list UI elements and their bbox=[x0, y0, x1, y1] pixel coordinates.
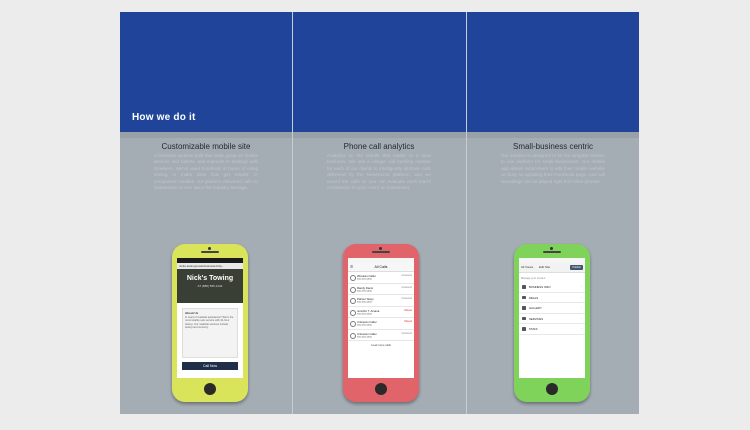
brochure-panel: How we do it Customizable mobile site A … bbox=[120, 12, 639, 414]
call-status: Missed bbox=[404, 320, 412, 323]
nav-bar: ☰ All Calls bbox=[348, 263, 414, 272]
call-row[interactable]: Randy Davis 555-555-5555 Answered bbox=[348, 284, 414, 295]
tag-icon bbox=[522, 295, 526, 299]
hero-title: Nick's Towing bbox=[186, 275, 234, 282]
people-icon bbox=[522, 327, 526, 331]
menu-row[interactable]: STAFF › bbox=[519, 324, 585, 335]
column-call-analytics: Phone call analytics Analytics on the re… bbox=[293, 138, 465, 414]
call-now-button[interactable]: Call Now bbox=[182, 362, 238, 370]
speaker bbox=[201, 251, 219, 253]
chevron-right-icon: › bbox=[581, 294, 582, 299]
nav-bar: All Views Edit Site Publish bbox=[519, 263, 585, 273]
speaker bbox=[372, 251, 390, 253]
caller-phone: 555-555-5555 bbox=[357, 335, 372, 339]
menu-row[interactable]: BUSINESS INFO › bbox=[519, 282, 585, 293]
camera bbox=[379, 247, 382, 250]
home-button[interactable] bbox=[375, 383, 387, 395]
menu-row[interactable]: DEALS › bbox=[519, 293, 585, 303]
column-body: A business website built that looks grea… bbox=[154, 153, 258, 191]
phone-icon bbox=[350, 332, 356, 339]
nav-title: All Calls bbox=[374, 265, 388, 269]
phone-icon bbox=[350, 286, 356, 293]
all-views-tab[interactable]: All Views bbox=[521, 263, 533, 272]
home-button[interactable] bbox=[546, 383, 558, 395]
phone-icon bbox=[350, 309, 356, 316]
column-title: Small-business centric bbox=[512, 142, 594, 151]
call-status: Answered bbox=[401, 285, 412, 289]
call-status: Answered bbox=[401, 274, 412, 277]
call-status: Answered bbox=[401, 297, 412, 300]
column-title: Customizable mobile site bbox=[161, 142, 251, 151]
home-button[interactable] bbox=[204, 383, 216, 395]
phone-icon bbox=[350, 321, 356, 327]
camera bbox=[208, 247, 211, 250]
chevron-right-icon: › bbox=[581, 305, 582, 309]
chevron-right-icon: › bbox=[581, 315, 582, 320]
call-row[interactable]: Wireless Caller 555-555-5555 Answered bbox=[348, 272, 414, 284]
about-card: About Us In need of roadside assistance?… bbox=[182, 308, 238, 358]
info-icon bbox=[522, 285, 526, 289]
column-body: Analytics on the results that matter to … bbox=[327, 153, 431, 191]
phone-icon bbox=[350, 275, 356, 281]
call-status: Answered bbox=[401, 331, 412, 335]
column-small-business: Small-business centric Our solution is d… bbox=[467, 138, 639, 414]
column-mobile-site: Customizable mobile site A business webs… bbox=[120, 138, 292, 414]
call-row[interactable]: Unknown Caller 555-555-5555 Answered bbox=[348, 330, 414, 341]
call-row[interactable]: Palmer Stacy 555-555-5555 Answered bbox=[348, 295, 414, 307]
gallery-icon bbox=[522, 306, 526, 310]
phone-red: ☰ All Calls Wireless Caller 555-555-5555… bbox=[343, 244, 419, 402]
list-heading: Manage your content bbox=[521, 277, 546, 280]
menu-label: BUSINESS INFO bbox=[529, 285, 551, 289]
card-body: In need of roadside assistance? We're th… bbox=[185, 316, 234, 330]
chevron-right-icon: › bbox=[581, 284, 582, 288]
load-more-link[interactable]: Load more calls bbox=[348, 343, 414, 347]
camera bbox=[550, 247, 553, 250]
column-body: Our solution is designed to be the simpl… bbox=[501, 153, 605, 184]
menu-label: STAFF bbox=[529, 327, 538, 331]
caller-phone: 555-555-5555 bbox=[357, 289, 372, 293]
chevron-right-icon: › bbox=[581, 326, 582, 330]
menu-label: DEALS bbox=[529, 295, 539, 300]
menu-label: GALLERY bbox=[529, 306, 542, 310]
phone-screen: nicks-towing-local-business-http... Nick… bbox=[177, 258, 243, 378]
phone-screen: All Views Edit Site Publish Manage your … bbox=[519, 258, 585, 378]
call-row[interactable]: Unknown Caller 555-555-5555 Missed bbox=[348, 318, 414, 330]
header-band bbox=[120, 12, 639, 132]
phone-icon bbox=[350, 298, 356, 304]
call-status: Missed bbox=[404, 308, 412, 312]
caller-phone: 555-555-5555 bbox=[357, 301, 372, 304]
wrench-icon bbox=[522, 316, 526, 320]
hero-subtitle: AT (888) 555-1234 bbox=[197, 284, 223, 288]
call-row[interactable]: Jennifer T. Amana 555-555-5555 Missed bbox=[348, 307, 414, 318]
menu-row[interactable]: GALLERY › bbox=[519, 303, 585, 314]
column-title: Phone call analytics bbox=[343, 142, 415, 151]
speaker bbox=[543, 251, 561, 253]
phone-green: All Views Edit Site Publish Manage your … bbox=[514, 244, 590, 402]
caller-phone: 555-555-5555 bbox=[357, 278, 372, 281]
menu-label: SERVICES bbox=[529, 316, 544, 321]
caller-phone: 555-555-5555 bbox=[357, 312, 372, 316]
card-heading: About Us bbox=[185, 311, 199, 315]
phone-screen: ☰ All Calls Wireless Caller 555-555-5555… bbox=[348, 258, 414, 378]
publish-button[interactable]: Publish bbox=[570, 265, 583, 270]
edit-site-tab[interactable]: Edit Site bbox=[539, 263, 550, 272]
phone-yellow: nicks-towing-local-business-http... Nick… bbox=[172, 244, 248, 402]
menu-icon[interactable]: ☰ bbox=[350, 263, 353, 271]
menu-row[interactable]: SERVICES › bbox=[519, 314, 585, 324]
caller-phone: 555-555-5555 bbox=[357, 324, 372, 327]
hero-banner: Nick's Towing AT (888) 555-1234 bbox=[177, 269, 243, 303]
section-title: How we do it bbox=[132, 112, 196, 123]
